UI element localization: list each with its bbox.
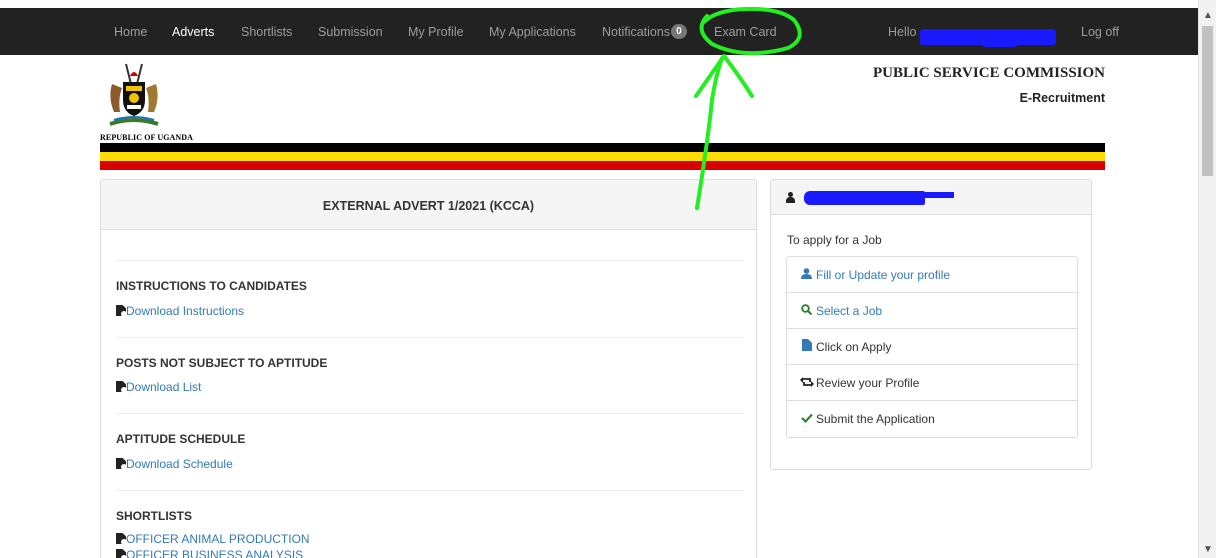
retweet-icon — [800, 365, 814, 401]
flag-stripe-red — [100, 161, 1105, 170]
divider — [116, 260, 744, 261]
download-file-icon — [116, 533, 126, 544]
download-file-icon — [116, 305, 126, 316]
scroll-up-arrow-icon[interactable]: ▲ — [1199, 8, 1216, 24]
uganda-flag-stripes — [100, 143, 1105, 170]
nav-greeting: Hello — [888, 25, 917, 39]
step-label: Click on Apply — [816, 340, 892, 354]
divider — [116, 413, 744, 414]
download-file-icon — [116, 458, 126, 469]
divider — [116, 337, 744, 338]
advert-panel: EXTERNAL ADVERT 1/2021 (KCCA) INSTRUCTIO… — [100, 179, 757, 558]
user-icon — [786, 192, 795, 203]
download-instructions-link[interactable]: Download Instructions — [116, 304, 244, 318]
nav-my-profile[interactable]: My Profile — [408, 8, 464, 55]
step-submit-application: Submit the Application — [787, 401, 1077, 437]
step-label: Select a Job — [816, 304, 883, 318]
nav-home[interactable]: Home — [114, 8, 147, 55]
link-label: OFFICER ANIMAL PRODUCTION — [126, 532, 310, 546]
notifications-badge: 0 — [671, 24, 687, 40]
link-label: Download Instructions — [126, 304, 245, 318]
apply-intro-text: To apply for a Job — [787, 233, 882, 247]
nav-log-off[interactable]: Log off — [1081, 8, 1119, 55]
step-review-profile: Review your Profile — [787, 365, 1077, 401]
vertical-scrollbar[interactable]: ▲ ▼ — [1198, 0, 1216, 558]
divider — [116, 490, 744, 491]
file-icon — [800, 329, 813, 365]
check-icon — [800, 401, 813, 437]
republic-label: REPUBLIC OF UGANDA — [100, 133, 194, 142]
nav-adverts[interactable]: Adverts — [172, 8, 214, 55]
section-title-shortlists: SHORTLISTS — [116, 509, 193, 523]
redacted-username — [920, 29, 1056, 47]
shortlist-link-animal-production[interactable]: OFFICER ANIMAL PRODUCTION — [116, 532, 310, 546]
section-title-posts-not-subject: POSTS NOT SUBJECT TO APTITUDE — [116, 356, 328, 370]
search-icon — [800, 293, 813, 329]
nav-my-applications[interactable]: My Applications — [489, 8, 576, 55]
download-list-link[interactable]: Download List — [116, 380, 201, 394]
nav-shortlists[interactable]: Shortlists — [241, 8, 292, 55]
user-panel-header — [771, 180, 1091, 215]
link-label: OFFICER BUSINESS ANALYSIS — [126, 548, 304, 558]
flag-stripe-black — [100, 143, 1105, 152]
step-select-job[interactable]: Select a Job — [787, 293, 1077, 329]
nav-notifications[interactable]: Notifications 0 — [602, 8, 687, 55]
link-label: Download List — [126, 380, 202, 394]
apply-steps-panel: To apply for a Job Fill or Update your p… — [770, 179, 1092, 470]
nav-exam-card[interactable]: Exam Card — [714, 8, 777, 55]
download-file-icon — [116, 549, 126, 558]
shortlist-link-business-analysis[interactable]: OFFICER BUSINESS ANALYSIS — [116, 548, 303, 558]
step-click-apply: Click on Apply — [787, 329, 1077, 365]
apply-steps-list: Fill or Update your profile Select a Job… — [786, 256, 1078, 438]
section-title-instructions: INSTRUCTIONS TO CANDIDATES — [116, 279, 307, 293]
step-label: Fill or Update your profile — [816, 268, 951, 282]
nav-submission[interactable]: Submission — [318, 8, 383, 55]
top-navbar: Home Adverts Shortlists Submission My Pr… — [0, 8, 1198, 55]
user-icon — [800, 257, 813, 293]
step-label: Review your Profile — [816, 376, 920, 390]
advert-title: EXTERNAL ADVERT 1/2021 (KCCA) — [101, 180, 756, 230]
step-fill-profile[interactable]: Fill or Update your profile — [787, 257, 1077, 293]
organization-title: PUBLIC SERVICE COMMISSION — [872, 65, 1105, 81]
scroll-thumb[interactable] — [1202, 26, 1213, 176]
download-schedule-link[interactable]: Download Schedule — [116, 457, 233, 471]
uganda-coat-of-arms-icon — [109, 63, 159, 126]
step-label: Submit the Application — [816, 412, 935, 426]
section-title-aptitude-schedule: APTITUDE SCHEDULE — [116, 432, 246, 446]
flag-stripe-yellow — [100, 152, 1105, 161]
scroll-down-arrow-icon[interactable]: ▼ — [1199, 542, 1216, 558]
nav-notifications-label: Notifications — [602, 25, 671, 39]
download-file-icon — [116, 381, 126, 392]
link-label: Download Schedule — [126, 457, 233, 471]
redacted-user-name — [804, 191, 954, 205]
system-subtitle: E-Recruitment — [1019, 91, 1105, 105]
